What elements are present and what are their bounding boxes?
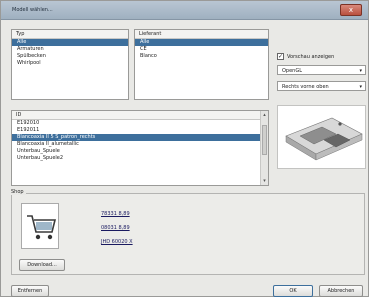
id-list[interactable]: ID E192010 E192011 Blancoaxia II 5 S_patro… [11,110,269,186]
shop-link-2[interactable]: 08031 8,89 [101,225,130,231]
typ-list[interactable]: Typ Alle Armaturen Spülbecken Whirlpool [11,29,129,100]
cancel-button[interactable]: Abbrechen [319,285,363,297]
model-select-dialog: Modell wählen... x Typ Alle Armaturen Spül… [0,0,369,297]
typ-list-item[interactable]: Alle [12,39,128,46]
id-list-item[interactable]: Blancoaxia II 5 S_patron_rechts [12,134,268,141]
view-select[interactable]: Rechts vorne oben ▾ [277,81,366,91]
id-list-item[interactable]: Unterbau_Spuele [12,148,268,155]
id-list-scrollbar[interactable]: ▴ ▾ [260,111,268,185]
shopping-cart-icon [21,203,59,249]
chevron-down-icon: ▾ [359,84,362,90]
sink-preview-icon [285,117,363,161]
id-list-item[interactable]: E192010 [12,120,268,127]
model-preview [277,105,366,169]
typ-list-item[interactable]: Armaturen [12,46,128,53]
id-list-item[interactable]: Unterbau_Spuele2 [12,155,268,162]
lieferant-list-item[interactable]: Blanco [135,53,268,60]
view-select-value: Rechts vorne oben [282,84,329,90]
id-list-item[interactable]: E192011 [12,127,268,134]
renderer-select-value: OpenGL [282,68,303,74]
close-button[interactable]: x [340,4,362,16]
typ-list-item[interactable]: Spülbecken [12,53,128,60]
id-list-header: ID [12,111,268,120]
preview-checkbox[interactable]: ✓ [277,53,284,60]
title-bar: Modell wählen... x [1,1,368,20]
preview-checkbox-row[interactable]: ✓ Vorschau anzeigen [277,53,334,60]
lieferant-list-header: Lieferant [135,30,268,39]
typ-list-header: Typ [12,30,128,39]
scroll-up-icon[interactable]: ▴ [261,111,268,119]
scroll-thumb[interactable] [262,125,267,155]
remove-button[interactable]: Entfernen [11,285,49,297]
ok-button[interactable]: OK [273,285,313,297]
download-button[interactable]: Download... [19,259,65,271]
id-list-item[interactable]: Blancoaxia II_alumetallic [12,141,268,148]
shop-link-3[interactable]: JHD 60020 X [101,239,133,245]
renderer-select[interactable]: OpenGL ▾ [277,65,366,75]
lieferant-list-item[interactable]: Alle [135,39,268,46]
scroll-down-icon[interactable]: ▾ [261,177,268,185]
chevron-down-icon: ▾ [359,68,362,74]
window-title: Modell wählen... [12,7,53,13]
shop-link-1[interactable]: 78331 8,89 [101,211,130,217]
shop-group-label: Shop [9,189,26,195]
typ-list-item[interactable]: Whirlpool [12,60,128,67]
lieferant-list[interactable]: Lieferant Alle CE Blanco [134,29,269,100]
preview-checkbox-label: Vorschau anzeigen [287,53,335,60]
lieferant-list-item[interactable]: CE [135,46,268,53]
